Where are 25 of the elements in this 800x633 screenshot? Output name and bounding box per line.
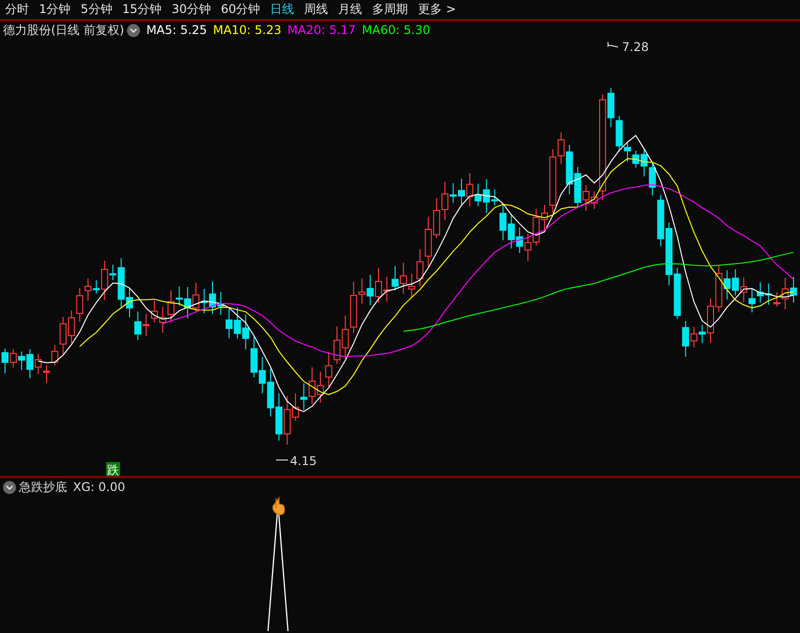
period-tab[interactable]: 更多 > <box>413 0 461 19</box>
period-tab[interactable]: 分时 <box>0 0 34 19</box>
ma-value: MA60: 5.30 <box>362 22 430 39</box>
dropdown-icon[interactable] <box>3 480 16 494</box>
dropdown-icon[interactable] <box>127 24 140 36</box>
signal-badge: 跌 <box>106 462 120 476</box>
period-tab[interactable]: 日线 <box>265 0 300 19</box>
low-price-label: 4.15 <box>290 454 317 468</box>
indicator-reading: XG: 0.00 <box>73 479 126 496</box>
leader-line <box>608 42 618 48</box>
ma-value: MA5: 5.25 <box>146 22 207 39</box>
ma-value: MA20: 5.17 <box>287 22 356 39</box>
chart-title: 德力股份(日线 前复权) <box>3 22 124 39</box>
period-tab[interactable]: 1分钟 <box>34 0 76 19</box>
period-tab[interactable]: 60分钟 <box>216 0 266 19</box>
period-tab[interactable]: 30分钟 <box>166 0 216 19</box>
period-tab[interactable]: 周线 <box>299 0 334 19</box>
period-tab[interactable]: 多周期 <box>367 0 414 19</box>
period-tab[interactable]: 15分钟 <box>117 0 167 19</box>
ma-value: MA10: 5.23 <box>212 22 282 39</box>
high-price-label: 7.28 <box>622 40 649 54</box>
indicator-title: 急跌抄底 <box>19 479 67 496</box>
hand-icon <box>272 498 285 516</box>
period-tab[interactable]: 5分钟 <box>76 0 118 19</box>
period-tab[interactable]: 月线 <box>333 0 368 19</box>
